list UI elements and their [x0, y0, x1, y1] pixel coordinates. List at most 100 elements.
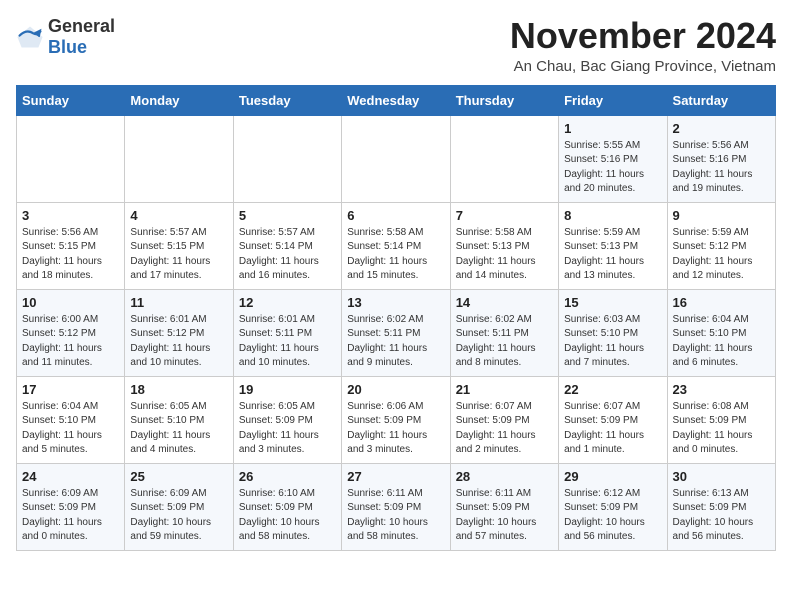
day-info: Sunrise: 6:00 AM Sunset: 5:12 PM Dayligh… [22, 313, 119, 371]
day-cell: 3Sunrise: 5:56 AM Sunset: 5:15 PM Daylig… [17, 202, 125, 289]
day-info: Sunrise: 6:01 AM Sunset: 5:12 PM Dayligh… [130, 313, 227, 371]
day-info: Sunrise: 5:55 AM Sunset: 5:16 PM Dayligh… [564, 139, 661, 197]
day-cell [17, 115, 125, 202]
day-info: Sunrise: 6:12 AM Sunset: 5:09 PM Dayligh… [564, 487, 661, 545]
weekday-header-thursday: Thursday [450, 85, 558, 115]
day-info: Sunrise: 6:04 AM Sunset: 5:10 PM Dayligh… [673, 313, 770, 371]
day-number: 17 [22, 382, 119, 397]
day-info: Sunrise: 5:57 AM Sunset: 5:14 PM Dayligh… [239, 226, 336, 284]
day-cell: 20 Sunrise: 6:06 AM Sunset: 5:09 PM Dayli… [342, 376, 450, 463]
week-row-4: 17 Sunrise: 6:04 AM Sunset: 5:10 PM Dayli… [17, 376, 776, 463]
week-row-5: 24Sunrise: 6:09 AM Sunset: 5:09 PM Dayli… [17, 463, 776, 550]
day-number: 21 [456, 382, 553, 397]
day-cell: 6 Sunrise: 5:58 AM Sunset: 5:14 PM Daylig… [342, 202, 450, 289]
day-info: Sunrise: 5:58 AM Sunset: 5:13 PM Dayligh… [456, 226, 553, 284]
day-info: Sunrise: 6:03 AM Sunset: 5:10 PM Dayligh… [564, 313, 661, 371]
day-number: 13 [347, 295, 444, 310]
day-number: 15 [564, 295, 661, 310]
day-cell: 14 Sunrise: 6:02 AM Sunset: 5:11 PM Dayli… [450, 289, 558, 376]
day-cell: 29 Sunrise: 6:12 AM Sunset: 5:09 PM Dayli… [559, 463, 667, 550]
day-cell: 22Sunrise: 6:07 AM Sunset: 5:09 PM Dayli… [559, 376, 667, 463]
location-title: An Chau, Bac Giang Province, Vietnam [510, 58, 776, 75]
weekday-header-tuesday: Tuesday [233, 85, 341, 115]
day-info: Sunrise: 6:02 AM Sunset: 5:11 PM Dayligh… [456, 313, 553, 371]
day-cell: 12 Sunrise: 6:01 AM Sunset: 5:11 PM Dayli… [233, 289, 341, 376]
day-number: 14 [456, 295, 553, 310]
day-cell: 4Sunrise: 5:57 AM Sunset: 5:15 PM Daylig… [125, 202, 233, 289]
day-number: 29 [564, 469, 661, 484]
day-number: 30 [673, 469, 770, 484]
day-cell: 19Sunrise: 6:05 AM Sunset: 5:09 PM Dayli… [233, 376, 341, 463]
day-number: 8 [564, 208, 661, 223]
day-cell [233, 115, 341, 202]
day-info: Sunrise: 6:04 AM Sunset: 5:10 PM Dayligh… [22, 400, 119, 458]
day-number: 1 [564, 121, 661, 136]
day-info: Sunrise: 6:06 AM Sunset: 5:09 PM Dayligh… [347, 400, 444, 458]
day-cell: 2 Sunrise: 5:56 AM Sunset: 5:16 PM Daylig… [667, 115, 775, 202]
day-number: 27 [347, 469, 444, 484]
day-cell: 25 Sunrise: 6:09 AM Sunset: 5:09 PM Dayli… [125, 463, 233, 550]
day-info: Sunrise: 6:05 AM Sunset: 5:09 PM Dayligh… [239, 400, 336, 458]
logo: General Blue [16, 16, 115, 58]
weekday-header-row: SundayMondayTuesdayWednesdayThursdayFrid… [17, 85, 776, 115]
day-info: Sunrise: 6:08 AM Sunset: 5:09 PM Dayligh… [673, 400, 770, 458]
day-number: 11 [130, 295, 227, 310]
weekday-header-friday: Friday [559, 85, 667, 115]
day-number: 23 [673, 382, 770, 397]
day-number: 6 [347, 208, 444, 223]
month-title: November 2024 [510, 16, 776, 56]
day-info: Sunrise: 6:11 AM Sunset: 5:09 PM Dayligh… [456, 487, 553, 545]
day-cell: 30 Sunrise: 6:13 AM Sunset: 5:09 PM Dayli… [667, 463, 775, 550]
week-row-3: 10 Sunrise: 6:00 AM Sunset: 5:12 PM Dayli… [17, 289, 776, 376]
day-cell: 11 Sunrise: 6:01 AM Sunset: 5:12 PM Dayli… [125, 289, 233, 376]
day-info: Sunrise: 5:59 AM Sunset: 5:13 PM Dayligh… [564, 226, 661, 284]
day-cell: 15 Sunrise: 6:03 AM Sunset: 5:10 PM Dayli… [559, 289, 667, 376]
day-info: Sunrise: 6:13 AM Sunset: 5:09 PM Dayligh… [673, 487, 770, 545]
logo-icon [16, 23, 44, 51]
day-number: 5 [239, 208, 336, 223]
day-number: 20 [347, 382, 444, 397]
day-cell: 10 Sunrise: 6:00 AM Sunset: 5:12 PM Dayli… [17, 289, 125, 376]
day-cell: 24Sunrise: 6:09 AM Sunset: 5:09 PM Dayli… [17, 463, 125, 550]
header: General Blue November 2024 An Chau, Bac … [16, 16, 776, 75]
day-number: 2 [673, 121, 770, 136]
logo-text: General Blue [48, 16, 115, 58]
day-number: 12 [239, 295, 336, 310]
day-info: Sunrise: 5:58 AM Sunset: 5:14 PM Dayligh… [347, 226, 444, 284]
day-info: Sunrise: 6:02 AM Sunset: 5:11 PM Dayligh… [347, 313, 444, 371]
day-number: 16 [673, 295, 770, 310]
day-cell: 9 Sunrise: 5:59 AM Sunset: 5:12 PM Daylig… [667, 202, 775, 289]
day-number: 10 [22, 295, 119, 310]
week-row-1: 1 Sunrise: 5:55 AM Sunset: 5:16 PM Daylig… [17, 115, 776, 202]
weekday-header-wednesday: Wednesday [342, 85, 450, 115]
day-cell: 5 Sunrise: 5:57 AM Sunset: 5:14 PM Daylig… [233, 202, 341, 289]
day-info: Sunrise: 6:07 AM Sunset: 5:09 PM Dayligh… [456, 400, 553, 458]
day-info: Sunrise: 6:09 AM Sunset: 5:09 PM Dayligh… [22, 487, 119, 545]
day-number: 9 [673, 208, 770, 223]
day-cell: 26Sunrise: 6:10 AM Sunset: 5:09 PM Dayli… [233, 463, 341, 550]
day-info: Sunrise: 6:09 AM Sunset: 5:09 PM Dayligh… [130, 487, 227, 545]
day-cell: 21 Sunrise: 6:07 AM Sunset: 5:09 PM Dayli… [450, 376, 558, 463]
day-info: Sunrise: 5:59 AM Sunset: 5:12 PM Dayligh… [673, 226, 770, 284]
day-cell: 16 Sunrise: 6:04 AM Sunset: 5:10 PM Dayli… [667, 289, 775, 376]
day-cell [450, 115, 558, 202]
day-cell: 27Sunrise: 6:11 AM Sunset: 5:09 PM Dayli… [342, 463, 450, 550]
day-number: 18 [130, 382, 227, 397]
day-cell [125, 115, 233, 202]
day-number: 25 [130, 469, 227, 484]
day-cell: 28Sunrise: 6:11 AM Sunset: 5:09 PM Dayli… [450, 463, 558, 550]
day-number: 7 [456, 208, 553, 223]
day-cell: 7 Sunrise: 5:58 AM Sunset: 5:13 PM Daylig… [450, 202, 558, 289]
day-cell: 18Sunrise: 6:05 AM Sunset: 5:10 PM Dayli… [125, 376, 233, 463]
day-cell: 17 Sunrise: 6:04 AM Sunset: 5:10 PM Dayli… [17, 376, 125, 463]
day-info: Sunrise: 6:07 AM Sunset: 5:09 PM Dayligh… [564, 400, 661, 458]
day-cell: 1 Sunrise: 5:55 AM Sunset: 5:16 PM Daylig… [559, 115, 667, 202]
calendar-table: SundayMondayTuesdayWednesdayThursdayFrid… [16, 85, 776, 551]
day-cell: 23 Sunrise: 6:08 AM Sunset: 5:09 PM Dayli… [667, 376, 775, 463]
weekday-header-saturday: Saturday [667, 85, 775, 115]
day-info: Sunrise: 5:56 AM Sunset: 5:15 PM Dayligh… [22, 226, 119, 284]
weekday-header-monday: Monday [125, 85, 233, 115]
day-info: Sunrise: 5:56 AM Sunset: 5:16 PM Dayligh… [673, 139, 770, 197]
day-info: Sunrise: 6:01 AM Sunset: 5:11 PM Dayligh… [239, 313, 336, 371]
day-number: 4 [130, 208, 227, 223]
